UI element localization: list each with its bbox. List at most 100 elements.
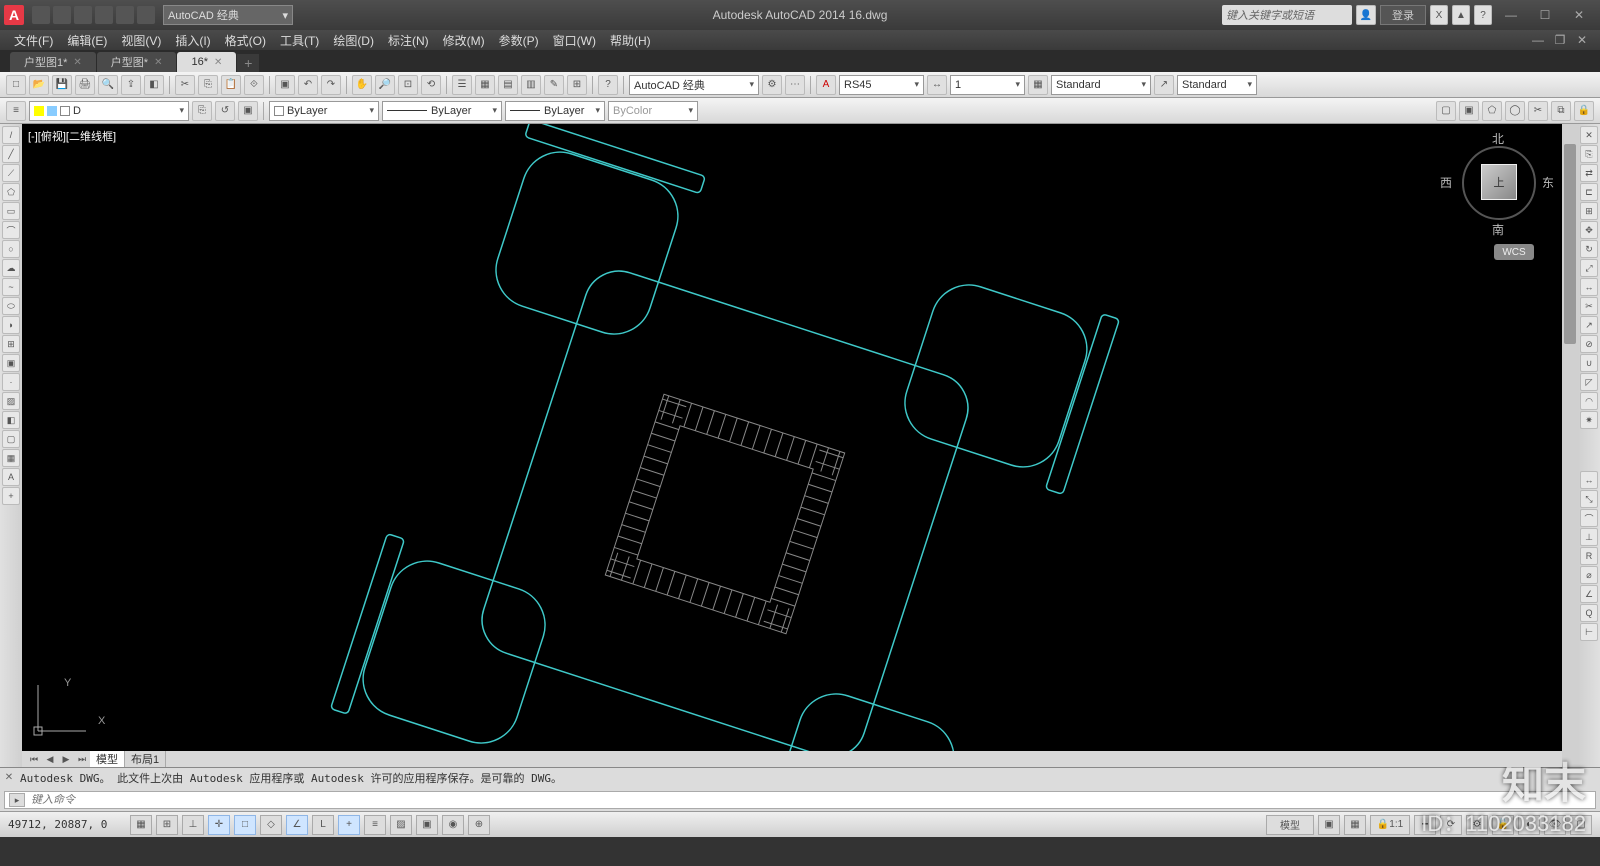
qp-toggle[interactable]: ▣ xyxy=(416,815,438,835)
dimstyle-icon[interactable]: ↔ xyxy=(927,75,947,95)
menu-window[interactable]: 窗口(W) xyxy=(547,31,602,50)
wcs-badge[interactable]: WCS xyxy=(1494,244,1534,260)
menu-parametric[interactable]: 参数(P) xyxy=(493,31,545,50)
mirror-icon[interactable]: ⇄ xyxy=(1580,164,1598,182)
linetype-dropdown[interactable]: ByLayer▾ xyxy=(382,101,502,121)
file-tab[interactable]: 户型图1*✕ xyxy=(10,52,96,72)
copy-icon[interactable]: ⎘ xyxy=(1580,145,1598,163)
join-icon[interactable]: ∪ xyxy=(1580,354,1598,372)
command-input-row[interactable]: ▸ xyxy=(4,791,1596,809)
menu-format[interactable]: 格式(O) xyxy=(219,31,272,50)
tab-prev-icon[interactable]: ◀ xyxy=(42,752,58,766)
qat-save-icon[interactable] xyxy=(74,6,92,24)
vertical-scrollbar[interactable] xyxy=(1562,124,1578,767)
trim-icon[interactable]: ✂ xyxy=(1580,297,1598,315)
hatch-icon[interactable]: ▨ xyxy=(2,392,20,410)
xline-icon[interactable]: ╱ xyxy=(2,145,20,163)
snap-toggle[interactable]: ▦ xyxy=(130,815,152,835)
circle-icon[interactable]: ○ xyxy=(2,240,20,258)
qat-undo-icon[interactable] xyxy=(116,6,134,24)
vp-object-icon[interactable]: ◯ xyxy=(1505,101,1525,121)
menu-dimension[interactable]: 标注(N) xyxy=(382,31,435,50)
plotstyle-dropdown[interactable]: ByColor▾ xyxy=(608,101,698,121)
rect-icon[interactable]: ▭ xyxy=(2,202,20,220)
am-toggle[interactable]: ⊕ xyxy=(468,815,490,835)
mtext-icon[interactable]: A xyxy=(2,468,20,486)
new-tab-button[interactable]: + xyxy=(237,54,259,72)
spline-icon[interactable]: ~ xyxy=(2,278,20,296)
tab-next-icon[interactable]: ▶ xyxy=(58,752,74,766)
copy-icon[interactable]: ⎘ xyxy=(198,75,218,95)
textstyle-icon[interactable]: A xyxy=(816,75,836,95)
matchprop-icon[interactable]: ⟐ xyxy=(244,75,264,95)
ellipsearc-icon[interactable]: ◗ xyxy=(2,316,20,334)
chamfer-icon[interactable]: ◸ xyxy=(1580,373,1598,391)
doc-close-button[interactable]: ✕ xyxy=(1572,32,1592,48)
dimstyle-dropdown[interactable]: Standard▾ xyxy=(1051,75,1151,95)
layer-dropdown[interactable]: D ▾ xyxy=(29,101,189,121)
help-icon[interactable]: ? xyxy=(598,75,618,95)
workspace-dropdown[interactable]: AutoCAD 经典▾ xyxy=(629,75,759,95)
pan-icon[interactable]: ✋ xyxy=(352,75,372,95)
annoscale-dropdown[interactable]: 1▾ xyxy=(950,75,1025,95)
vp-single-icon[interactable]: ▣ xyxy=(1459,101,1479,121)
zoomprev-icon[interactable]: ⟲ xyxy=(421,75,441,95)
drawing-canvas[interactable]: [-][俯视][二维线框] xyxy=(22,124,1578,767)
menu-tools[interactable]: 工具(T) xyxy=(274,31,325,50)
user-icon[interactable]: 👤 xyxy=(1356,5,1376,25)
quickview-layouts-icon[interactable]: ▣ xyxy=(1318,815,1340,835)
paste-icon[interactable]: 📋 xyxy=(221,75,241,95)
color-dropdown[interactable]: ByLayer▾ xyxy=(269,101,379,121)
revcloud-icon[interactable]: ☁ xyxy=(2,259,20,277)
toolpalette-icon[interactable]: ▤ xyxy=(498,75,518,95)
addselect-icon[interactable]: + xyxy=(2,487,20,505)
close-icon[interactable]: ✕ xyxy=(154,57,162,68)
undo-icon[interactable]: ↶ xyxy=(298,75,318,95)
model-button[interactable]: 模型 xyxy=(1266,815,1314,835)
menu-modify[interactable]: 修改(M) xyxy=(437,31,491,50)
open-icon[interactable]: 📂 xyxy=(29,75,49,95)
ortho-toggle[interactable]: ⊥ xyxy=(182,815,204,835)
command-window[interactable]: ✕ Autodesk DWG。 此文件上次由 Autodesk 应用程序或 Au… xyxy=(0,767,1600,811)
print-icon[interactable]: 🖨 xyxy=(75,75,95,95)
point-icon[interactable]: · xyxy=(2,373,20,391)
redo-icon[interactable]: ↷ xyxy=(321,75,341,95)
cmd-prompt-icon[interactable]: ▸ xyxy=(9,793,25,807)
3dosnap-toggle[interactable]: ◇ xyxy=(260,815,282,835)
workspace-selector[interactable]: AutoCAD 经典 ▾ xyxy=(163,5,293,25)
region-icon[interactable]: ▢ xyxy=(2,430,20,448)
dim-aligned-icon[interactable]: ⤡ xyxy=(1580,490,1598,508)
menu-help[interactable]: 帮助(H) xyxy=(604,31,657,50)
layout-tab[interactable]: 布局1 xyxy=(125,751,166,767)
qat-new-icon[interactable] xyxy=(32,6,50,24)
viewcube-w[interactable]: 西 xyxy=(1440,174,1452,191)
3ddwf-icon[interactable]: ◧ xyxy=(144,75,164,95)
markup-icon[interactable]: ✎ xyxy=(544,75,564,95)
help-icon[interactable]: ? xyxy=(1474,5,1492,25)
insert-icon[interactable]: ⊞ xyxy=(2,335,20,353)
viewcube-s[interactable]: 南 xyxy=(1492,221,1504,238)
extend-icon[interactable]: ↗ xyxy=(1580,316,1598,334)
ducs-toggle[interactable]: L xyxy=(312,815,334,835)
dim-linear-icon[interactable]: ↔ xyxy=(1580,471,1598,489)
gradient-icon[interactable]: ◧ xyxy=(2,411,20,429)
offset-icon[interactable]: ⊏ xyxy=(1580,183,1598,201)
menu-insert[interactable]: 插入(I) xyxy=(169,31,216,50)
sheetset-icon[interactable]: ▥ xyxy=(521,75,541,95)
zoom-icon[interactable]: 🔎 xyxy=(375,75,395,95)
array-icon[interactable]: ⊞ xyxy=(1580,202,1598,220)
viewcube-n[interactable]: 北 xyxy=(1492,130,1504,147)
sc-toggle[interactable]: ◉ xyxy=(442,815,464,835)
layerprev-icon[interactable]: ↺ xyxy=(215,101,235,121)
tab-last-icon[interactable]: ⏭ xyxy=(74,752,90,766)
dim-quick-icon[interactable]: Q xyxy=(1580,604,1598,622)
layerprops-icon[interactable]: ≡ xyxy=(6,101,26,121)
dim-baseline-icon[interactable]: ⊢ xyxy=(1580,623,1598,641)
dcenter-icon[interactable]: ▦ xyxy=(475,75,495,95)
stretch-icon[interactable]: ↔ xyxy=(1580,278,1598,296)
minimize-button[interactable]: — xyxy=(1496,5,1526,25)
rotate-icon[interactable]: ↻ xyxy=(1580,240,1598,258)
dim-ord-icon[interactable]: ⊥ xyxy=(1580,528,1598,546)
textstyle-dropdown[interactable]: RS45▾ xyxy=(839,75,924,95)
layerstate-icon[interactable]: ⎘ xyxy=(192,101,212,121)
